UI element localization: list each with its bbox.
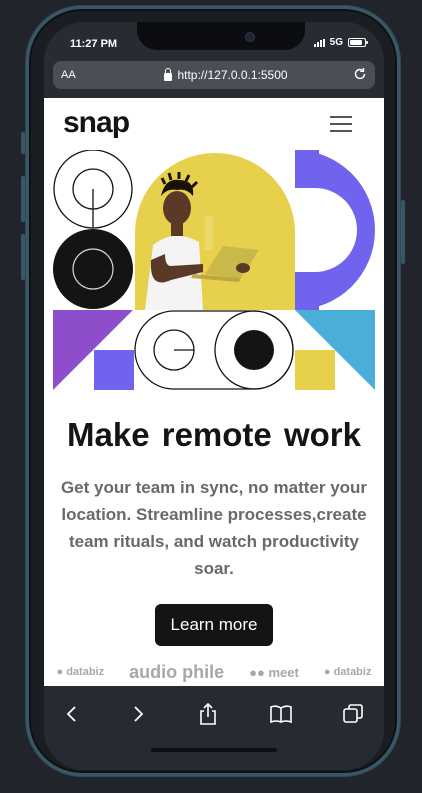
home-indicator[interactable]	[151, 748, 277, 752]
outline-circle-top	[53, 150, 133, 229]
status-time: 11:27 PM	[70, 38, 118, 50]
hero-photo	[135, 153, 295, 310]
client-logos: ● databiz audio phile ●● meet ● databiz	[44, 658, 384, 686]
mute-switch	[21, 132, 25, 154]
lock-icon	[164, 67, 173, 81]
volume-up-button	[21, 176, 25, 222]
client-logo-audiophile: audio phile	[129, 662, 225, 682]
black-circle	[53, 229, 133, 309]
purple-arc	[295, 150, 375, 310]
reload-icon[interactable]	[347, 67, 367, 84]
power-button	[401, 200, 405, 264]
tabs-icon[interactable]	[341, 702, 365, 726]
hamburger-menu-icon[interactable]	[330, 116, 352, 132]
back-icon[interactable]	[60, 702, 84, 726]
screen: 11:27 PM 5G AA http://127.0.0.1:5500 sna…	[44, 22, 384, 770]
url-field[interactable]: http://127.0.0.1:5500	[105, 67, 347, 82]
safari-toolbar	[44, 686, 384, 770]
address-bar[interactable]: AA http://127.0.0.1:5500	[53, 61, 375, 89]
forward-icon[interactable]	[126, 702, 150, 726]
client-logo-databiz-2: ● databiz	[323, 666, 372, 678]
camera-icon	[245, 32, 255, 42]
learn-more-button[interactable]: Learn more	[155, 604, 273, 646]
web-page: snap Make remote work Get your team in s…	[44, 98, 384, 686]
status-indicators: 5G	[313, 37, 368, 48]
client-logo-databiz: ● databiz	[56, 666, 105, 678]
bookmarks-icon[interactable]	[269, 702, 293, 726]
signal-icon	[313, 38, 325, 47]
site-logo[interactable]: snap	[63, 106, 130, 140]
text-size-button[interactable]: AA	[61, 69, 91, 81]
network-label: 5G	[329, 37, 343, 48]
hero-headline: Make remote work	[67, 416, 361, 453]
purple-square	[94, 350, 134, 390]
hero-description: Get your team in sync, no matter your lo…	[60, 478, 368, 578]
share-icon[interactable]	[196, 702, 220, 726]
toggle-shape	[134, 310, 294, 390]
url-text: http://127.0.0.1:5500	[177, 68, 288, 82]
yellow-square	[295, 350, 335, 390]
client-logo-meet: ●● meet	[249, 664, 299, 680]
notch	[137, 22, 305, 50]
hero-illustration	[53, 150, 375, 390]
volume-down-button	[21, 234, 25, 280]
battery-icon	[348, 38, 368, 47]
